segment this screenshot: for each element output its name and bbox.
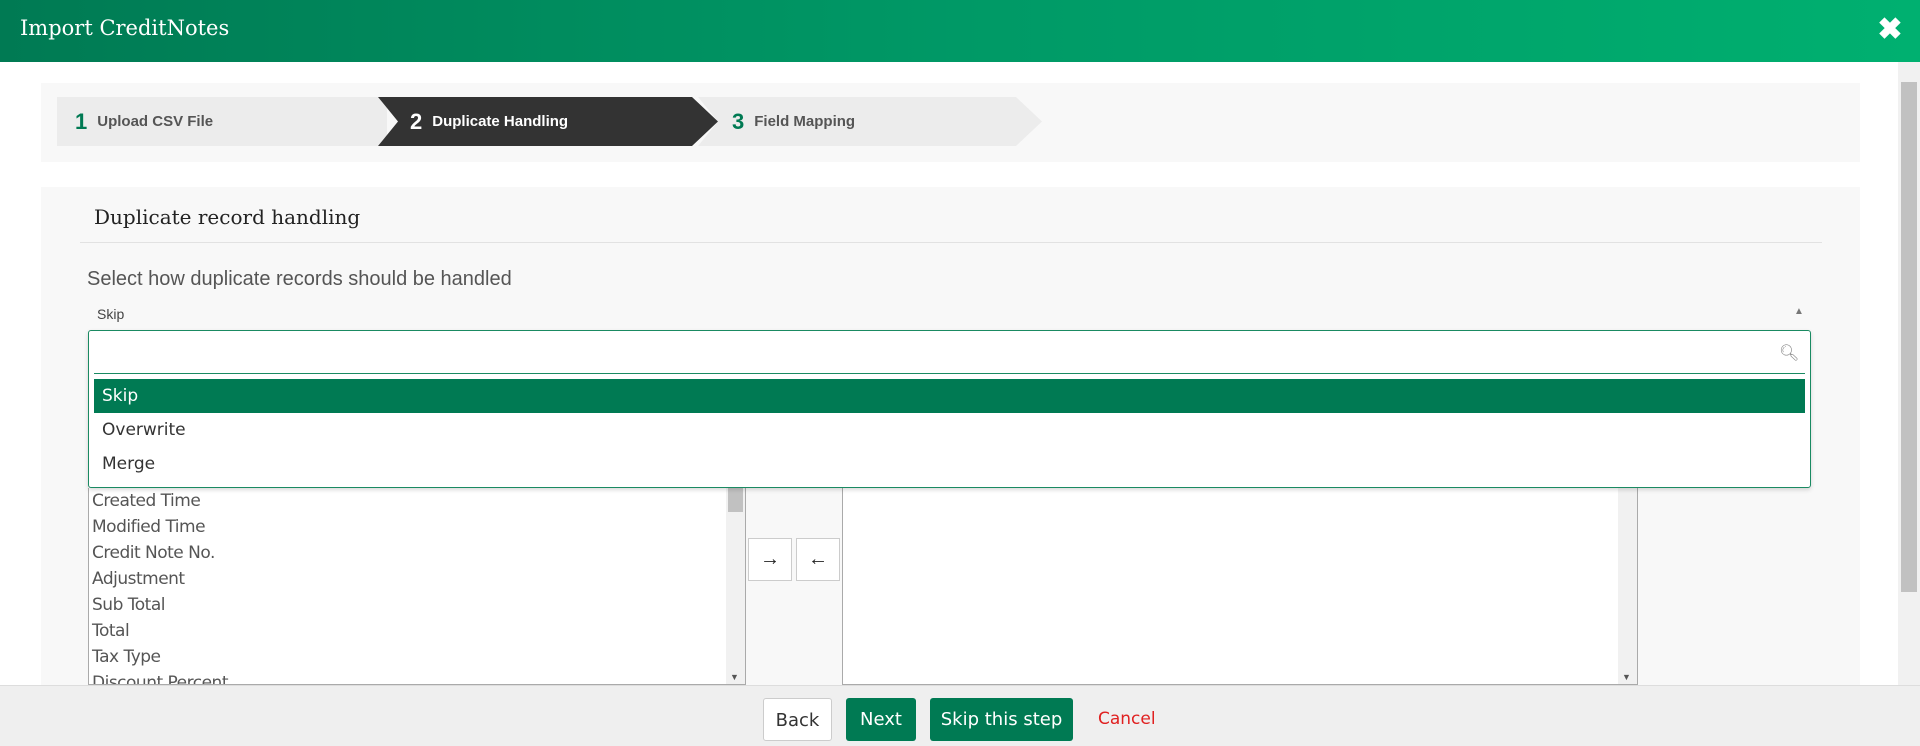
step-duplicate-handling: 2 Duplicate Handling <box>378 97 718 146</box>
list-item[interactable]: Total <box>89 618 745 644</box>
arrow-right-icon: → <box>760 548 780 570</box>
available-fields-list[interactable]: Created Time Modified Time Credit Note N… <box>88 488 746 685</box>
add-field-button[interactable]: → <box>748 538 792 581</box>
list-item[interactable]: Adjustment <box>89 566 745 592</box>
selected-fields-list[interactable]: ▼ <box>842 488 1638 685</box>
option-skip[interactable]: Skip <box>94 379 1805 413</box>
scrollbar[interactable]: ▼ <box>1618 488 1637 684</box>
list-item[interactable]: Created Time <box>89 488 745 514</box>
caret-up-icon[interactable]: ▲ <box>1794 306 1804 317</box>
divider <box>80 242 1822 243</box>
list-item[interactable]: Sub Total <box>89 592 745 618</box>
arrow-left-icon: ← <box>808 548 828 570</box>
step-label: Duplicate Handling <box>432 113 569 130</box>
scrollbar-thumb[interactable] <box>728 488 743 512</box>
scroll-down-icon[interactable]: ▼ <box>730 672 739 682</box>
search-icon: 🔍︎ <box>1779 345 1800 362</box>
step-label: Upload CSV File <box>97 113 214 130</box>
dialog-title: Import CreditNotes <box>20 16 230 40</box>
prompt-label: Select how duplicate records should be h… <box>87 268 512 290</box>
list-item[interactable]: Tax Type <box>89 644 745 670</box>
back-button[interactable]: Back <box>763 698 832 741</box>
duplicate-dropdown: 🔍︎ Skip Overwrite Merge <box>88 330 1811 488</box>
duplicate-select-value[interactable]: Skip <box>97 306 124 322</box>
cancel-link[interactable]: Cancel <box>1098 698 1156 741</box>
scroll-down-icon[interactable]: ▼ <box>1622 672 1631 682</box>
next-button[interactable]: Next <box>846 698 916 741</box>
remove-field-button[interactable]: ← <box>796 538 840 581</box>
step-number: 3 <box>732 108 745 134</box>
scrollbar[interactable]: ▼ <box>726 488 745 684</box>
section-heading: Duplicate record handling <box>94 205 361 229</box>
skip-step-button[interactable]: Skip this step <box>930 698 1073 741</box>
step-label: Field Mapping <box>754 113 856 130</box>
option-overwrite[interactable]: Overwrite <box>94 413 1805 447</box>
step-upload-csv: 1 Upload CSV File <box>57 97 387 146</box>
dialog-header <box>0 0 1920 62</box>
list-item[interactable]: Discount Percent <box>89 670 745 684</box>
step-number: 1 <box>75 108 88 134</box>
close-icon[interactable]: ✖ <box>1870 10 1910 50</box>
page-scrollbar-thumb[interactable] <box>1901 82 1917 592</box>
option-merge[interactable]: Merge <box>94 447 1805 481</box>
step-field-mapping: 3 Field Mapping <box>698 97 1042 146</box>
dropdown-search-input[interactable] <box>94 336 1805 374</box>
list-item[interactable]: Credit Note No. <box>89 540 745 566</box>
step-number: 2 <box>410 108 423 134</box>
list-item[interactable]: Modified Time <box>89 514 745 540</box>
